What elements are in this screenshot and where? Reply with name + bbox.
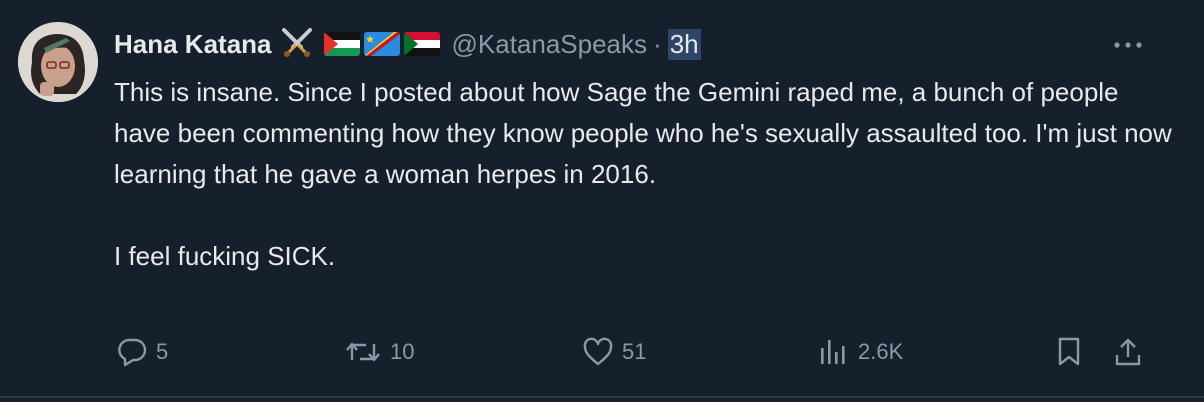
reply-count: 5 [156, 339, 169, 364]
views-button[interactable]: 2.6K [818, 330, 903, 374]
reply-button[interactable]: 5 [116, 330, 168, 374]
more-icon [1113, 36, 1143, 54]
avatar[interactable] [18, 22, 98, 102]
tweet[interactable]: Hana Katana @KatanaSpeaks · 3h This is i… [0, 0, 1204, 402]
like-button[interactable]: 51 [582, 330, 646, 374]
repost-icon [344, 337, 382, 367]
dr-congo-flag-icon [363, 32, 400, 56]
crossed-swords-icon [280, 27, 314, 62]
like-count: 51 [622, 339, 647, 364]
bookmark-button[interactable] [1054, 330, 1084, 374]
action-bar: 5 10 51 2.6K [0, 330, 1204, 374]
tweet-header: Hana Katana @KatanaSpeaks · 3h [114, 26, 701, 62]
reply-icon [116, 337, 148, 367]
tweet-text: This is insane. Since I posted about how… [114, 72, 1174, 277]
bookmark-icon [1054, 336, 1084, 368]
share-button[interactable] [1112, 330, 1144, 374]
heart-icon [582, 337, 614, 367]
sudan-flag-icon [403, 32, 440, 56]
name-emoji-group [280, 27, 440, 62]
tweet-timestamp[interactable]: 3h [667, 28, 701, 60]
author-handle[interactable]: @KatanaSpeaks [452, 29, 648, 60]
views-icon [818, 337, 850, 367]
tweet-paragraph: This is insane. Since I posted about how… [114, 77, 1172, 189]
divider [0, 396, 1204, 398]
repost-count: 10 [390, 339, 415, 364]
more-options-button[interactable] [1110, 30, 1146, 60]
tweet-paragraph: I feel fucking SICK. [114, 241, 336, 271]
palestine-flag-icon [323, 32, 360, 56]
header-separator: · [653, 28, 662, 59]
repost-button[interactable]: 10 [344, 330, 414, 374]
author-name[interactable]: Hana Katana [114, 29, 272, 60]
view-count: 2.6K [858, 339, 904, 364]
share-icon [1112, 336, 1144, 368]
